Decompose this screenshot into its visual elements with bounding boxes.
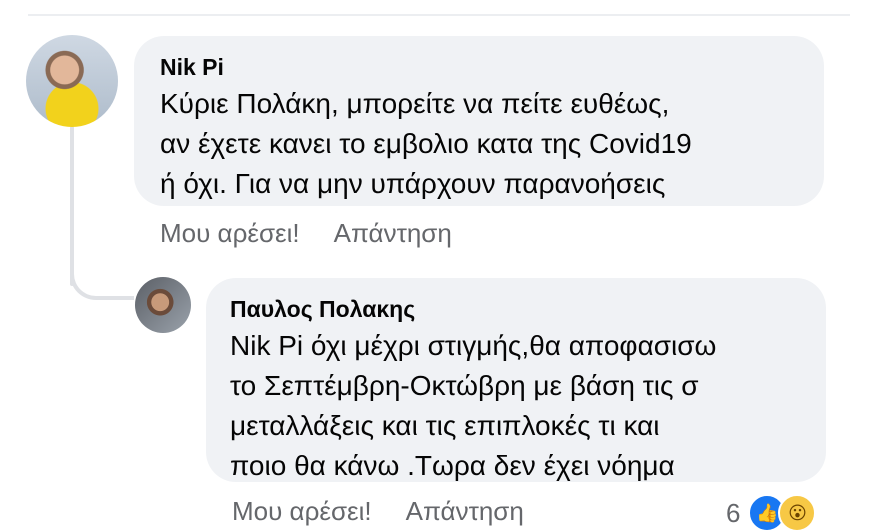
top-divider	[28, 14, 850, 16]
reaction-count: 6	[726, 497, 741, 528]
like-button[interactable]: Μου αρέσει!	[232, 496, 372, 527]
comment-actions: Μου αρέσει! Απάντηση	[160, 218, 452, 249]
reply-author[interactable]: Παυλος Πολακης	[230, 294, 800, 324]
like-button[interactable]: Μου αρέσει!	[160, 218, 300, 249]
reply-button[interactable]: Απάντηση	[406, 496, 524, 527]
avatar[interactable]	[26, 35, 118, 127]
wow-icon: 😮	[778, 494, 817, 532]
avatar[interactable]	[135, 277, 191, 333]
reactions-summary[interactable]: 6 👍 😮	[726, 494, 817, 532]
thread-line	[70, 126, 74, 286]
reply-text: Nik Pi όχι μέχρι στιγμής,θα αποφασισω το…	[230, 330, 717, 481]
reply-button[interactable]: Απάντηση	[334, 218, 452, 249]
reply-bubble: Παυλος Πολακης Nik Pi όχι μέχρι στιγμής,…	[206, 278, 826, 482]
reply-actions: Μου αρέσει! Απάντηση	[232, 496, 524, 527]
reaction-icons: 👍 😮	[748, 494, 817, 532]
comment-author[interactable]: Nik Pi	[160, 52, 798, 82]
comment-text: Κύριε Πολάκη, μπορείτε να πείτε ευθέως, …	[160, 88, 692, 199]
comment-bubble: Nik Pi Κύριε Πολάκη, μπορείτε να πείτε ε…	[134, 36, 824, 206]
thread-connector	[70, 272, 134, 300]
